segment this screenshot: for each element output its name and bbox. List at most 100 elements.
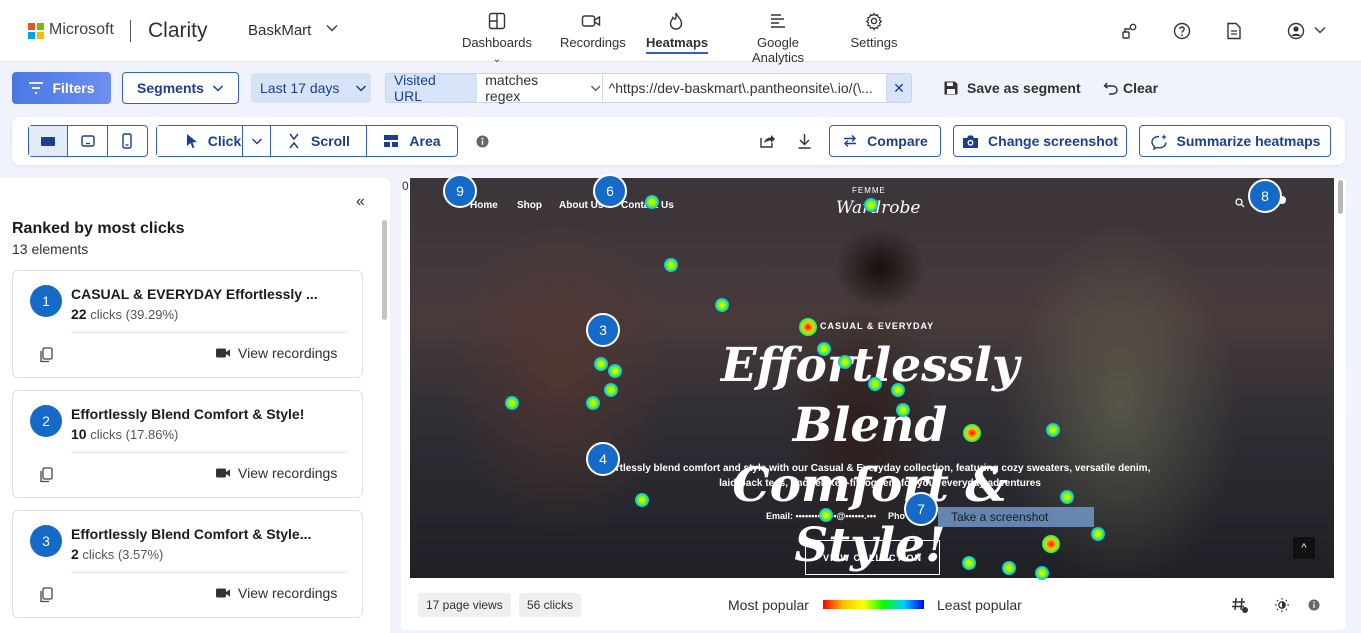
help-icon[interactable] xyxy=(1173,22,1191,40)
heatmap-toolbar: Click Scroll Area Compare Change screens… xyxy=(12,117,1345,165)
cursor-icon xyxy=(186,134,197,148)
nav-dashboards[interactable]: Dashboards ⌄ xyxy=(459,8,535,65)
gear-icon xyxy=(865,12,883,31)
url-filter: Visited URL matches regex ^https://dev-b… xyxy=(385,72,912,104)
search-icon xyxy=(1235,198,1245,208)
clicks-badge: 56 clicks xyxy=(519,593,582,617)
heat-spot xyxy=(594,357,608,371)
chevron-down-icon xyxy=(212,85,223,92)
rank-marker[interactable]: 3 xyxy=(586,313,620,347)
site-brand: Wardrobe xyxy=(836,198,921,218)
heat-spot xyxy=(868,377,882,391)
click-mode-button[interactable]: Click xyxy=(157,126,271,156)
save-as-segment-button[interactable]: Save as segment xyxy=(943,80,1081,96)
copy-icon[interactable] xyxy=(39,587,53,603)
undo-icon xyxy=(1103,82,1118,95)
area-mode-button[interactable]: Area xyxy=(367,126,457,156)
view-recordings-link[interactable]: View recordings xyxy=(215,585,337,601)
chevron-down-icon[interactable] xyxy=(325,21,339,35)
brightness-icon[interactable] xyxy=(1274,597,1290,613)
heat-spot xyxy=(715,298,729,312)
desktop-button[interactable] xyxy=(29,126,69,156)
heat-spot xyxy=(645,195,659,209)
collapse-panel-icon[interactable]: « xyxy=(356,193,365,211)
click-mode-label: Click xyxy=(207,133,242,149)
panel-title: Ranked by most clicks xyxy=(12,220,185,237)
rank-marker[interactable]: 7 xyxy=(904,492,938,526)
click-mode-dropdown[interactable] xyxy=(242,126,270,156)
video-icon xyxy=(216,348,230,358)
top-navigation: Microsoft Clarity BaskMart Dashboards ⌄ … xyxy=(0,0,1361,65)
compare-icon xyxy=(844,135,857,147)
summarize-heatmaps-button[interactable]: Summarize heatmaps xyxy=(1139,125,1331,157)
heat-spot xyxy=(817,342,831,356)
heat-spot xyxy=(799,318,817,336)
url-value-input[interactable]: ^https://dev-baskmart\.pantheonsite\.io/… xyxy=(602,74,888,102)
heat-spot xyxy=(1002,561,1016,575)
change-screenshot-button[interactable]: Change screenshot xyxy=(953,125,1127,157)
close-icon[interactable]: ✕ xyxy=(887,80,911,97)
share-icon[interactable] xyxy=(759,133,776,149)
popularity-legend-gradient xyxy=(823,600,924,609)
ranked-element-card[interactable]: 1 CASUAL & EVERYDAY Effortlessly ... 22 … xyxy=(12,270,363,378)
rank-marker[interactable]: 8 xyxy=(1248,179,1282,213)
video-icon xyxy=(216,468,230,478)
url-operator-dropdown[interactable]: matches regex xyxy=(477,72,603,104)
element-click-stats: 22 clicks (39.29%) xyxy=(71,306,179,322)
nav-recordings[interactable]: Recordings xyxy=(560,8,626,58)
view-collection-button: VIEW COLLECTION xyxy=(805,540,940,575)
scroll-mode-label: Scroll xyxy=(311,133,350,149)
hashtag-settings-icon[interactable] xyxy=(1231,596,1249,614)
info-icon[interactable] xyxy=(1308,599,1320,611)
ranked-element-card[interactable]: 2 Effortlessly Blend Comfort & Style! 10… xyxy=(12,390,363,498)
area-icon xyxy=(384,135,399,147)
analytics-icon xyxy=(771,14,785,28)
mobile-button[interactable] xyxy=(108,126,147,156)
download-icon[interactable] xyxy=(797,133,812,149)
element-title: Effortlessly Blend Comfort & Style! xyxy=(71,406,305,422)
nav-google-analytics[interactable]: Google Analytics xyxy=(730,8,826,65)
account-icon[interactable] xyxy=(1287,22,1305,40)
info-icon[interactable] xyxy=(476,135,489,148)
view-recordings-link[interactable]: View recordings xyxy=(215,465,337,481)
rank-marker[interactable]: 4 xyxy=(586,442,620,476)
rank-marker[interactable]: 9 xyxy=(443,174,477,208)
product-name[interactable]: Clarity xyxy=(148,19,208,43)
tablet-button[interactable] xyxy=(68,126,108,156)
chevron-down-icon[interactable] xyxy=(1313,24,1327,36)
heat-spot xyxy=(1091,527,1105,541)
heat-spot xyxy=(962,556,976,570)
filters-button[interactable]: Filters xyxy=(12,72,111,104)
heat-spot xyxy=(819,508,833,522)
copy-icon[interactable] xyxy=(39,467,53,483)
camera-icon xyxy=(963,135,979,148)
ranked-element-card[interactable]: 3 Effortlessly Blend Comfort & Style... … xyxy=(12,510,363,618)
date-range-dropdown[interactable]: Last 17 days xyxy=(251,73,371,103)
compare-button[interactable]: Compare xyxy=(829,125,941,157)
project-selector[interactable]: BaskMart xyxy=(248,22,311,39)
view-recordings-link[interactable]: View recordings xyxy=(215,345,337,361)
element-title: CASUAL & EVERYDAY Effortlessly ... xyxy=(71,286,318,302)
document-icon[interactable] xyxy=(1226,22,1242,40)
microsoft-logo-icon xyxy=(28,23,44,39)
heatmap-scrollbar[interactable] xyxy=(1338,180,1343,214)
nav-heatmaps[interactable]: Heatmaps xyxy=(646,8,709,58)
hero-paragraph: ortlessly blend comfort and style with o… xyxy=(609,463,1151,489)
people-icon[interactable] xyxy=(1121,22,1139,40)
heat-spot xyxy=(1035,566,1049,580)
heat-spot xyxy=(505,396,519,410)
nav-settings[interactable]: Settings xyxy=(848,8,900,58)
url-filter-label: Visited URL xyxy=(394,72,436,104)
chevron-down-icon xyxy=(591,85,601,92)
heat-spot xyxy=(963,424,981,442)
clear-button[interactable]: Clear xyxy=(1103,80,1158,96)
segments-dropdown[interactable]: Segments xyxy=(122,72,239,104)
copy-icon[interactable] xyxy=(39,347,53,363)
clear-label: Clear xyxy=(1123,80,1159,96)
scroll-mode-button[interactable]: Scroll xyxy=(271,126,367,156)
divider xyxy=(71,332,347,333)
panel-scrollbar[interactable] xyxy=(382,220,387,320)
flame-icon xyxy=(669,12,683,30)
rank-marker[interactable]: 6 xyxy=(593,174,627,208)
nav-recordings-label: Recordings xyxy=(560,35,626,50)
